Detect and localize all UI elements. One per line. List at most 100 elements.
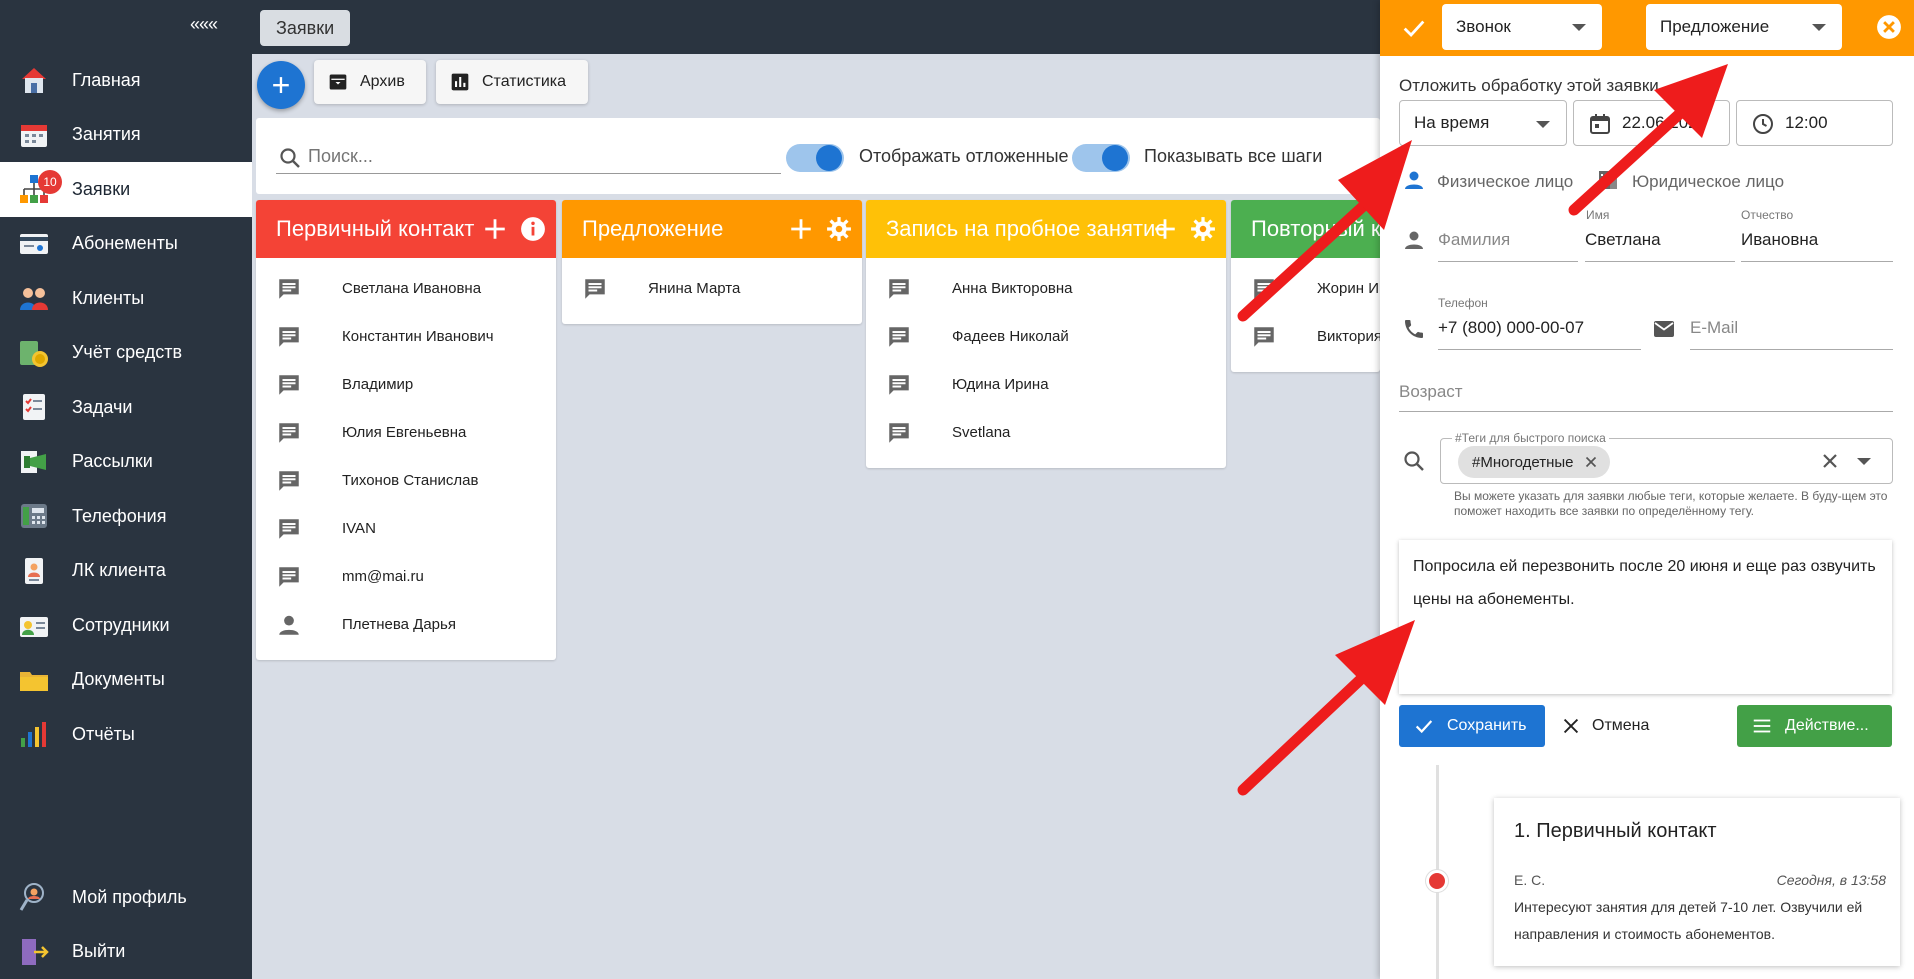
request-card[interactable]: Тихонов Станислав [256,456,556,504]
request-stage-select[interactable]: Предложение [1646,4,1842,50]
action-menu-button[interactable]: Действие... [1737,705,1892,747]
sidebar-item[interactable]: Мой профиль [0,870,252,925]
sidebar-item[interactable]: ЛК клиента [0,544,252,599]
request-card-name: Svetlana [952,423,1011,441]
sidebar-item-label: Мой профиль [72,886,187,907]
timeline-dot [1426,870,1448,892]
request-card[interactable]: Виктория [1231,312,1380,360]
archive-label: Архив [360,73,405,90]
sidebar-item-label: Отчёты [72,723,135,744]
request-card-name: Тихонов Станислав [342,471,479,489]
tab-requests[interactable]: Заявки [260,10,351,46]
sidebar-item[interactable]: 10 Заявки [0,162,252,217]
archive-button[interactable]: Архив [314,60,426,104]
sidebar-item[interactable]: Абонементы [0,217,252,272]
action-label: Действие... [1785,717,1869,734]
comment-textarea[interactable]: Попросила ей перезвонить после 20 июня и… [1399,540,1892,694]
cancel-button[interactable]: Отмена [1560,705,1649,747]
client-account-icon [18,555,50,587]
sidebar-item[interactable]: Сотрудники [0,598,252,653]
column-title: Запись на пробное занятие [886,216,1168,241]
request-stage-value: Предложение [1660,17,1770,36]
menu-icon [1753,719,1771,733]
gear-icon[interactable] [1190,216,1216,242]
search-input[interactable] [276,140,781,174]
request-card[interactable]: mm@mai.ru [256,552,556,600]
sidebar-item[interactable]: Документы [0,653,252,708]
request-card[interactable]: Юдина Ирина [866,360,1226,408]
info-icon[interactable] [520,216,546,242]
request-card-name: Фадеев Николай [952,327,1069,345]
request-card[interactable]: Плетнева Дарья [256,600,556,648]
sidebar-item[interactable]: Отчёты [0,707,252,762]
show-postponed-toggle[interactable] [786,140,844,174]
phone-input[interactable]: +7 (800) 000-00-07 [1438,318,1641,350]
request-card[interactable]: Анна Викторовна [866,264,1226,312]
request-card[interactable]: Юлия Евгеньевна [256,408,556,456]
age-input[interactable]: Возраст [1399,382,1893,412]
email-input[interactable]: E-Mail [1690,318,1893,350]
sidebar-item[interactable]: Телефония [0,489,252,544]
panel-header: Звонок Предложение [1380,0,1914,56]
name-input[interactable]: Светлана [1585,230,1735,262]
profile-icon [18,881,50,913]
sidebar-item[interactable]: Рассылки [0,435,252,490]
request-card-name: Виктория [1317,327,1380,345]
tags-helper-text: Вы можете указать для заявки любые теги,… [1454,489,1888,518]
comment-icon [276,276,302,302]
show-all-steps-toggle[interactable] [1072,140,1130,174]
money-icon [18,337,50,369]
request-card[interactable]: Фадеев Николай [866,312,1226,360]
add-icon[interactable] [482,216,508,242]
postpone-date-field[interactable]: 22.06.2020 [1573,100,1730,146]
person-type-legal[interactable]: Юридическое лицо [1632,172,1784,192]
postpone-time-field[interactable]: 12:00 [1736,100,1893,146]
sidebar-item[interactable]: Главная [0,53,252,108]
sidebar-item-label: Рассылки [72,451,153,472]
surname-input[interactable]: Фамилия [1438,230,1578,262]
postpone-mode-select[interactable]: На время [1399,100,1567,146]
request-card[interactable]: Янина Марта [562,264,862,312]
check-icon[interactable] [1400,14,1428,42]
sidebar-item[interactable]: Занятия [0,108,252,163]
request-card[interactable]: Svetlana [866,408,1226,456]
request-card[interactable]: Константин Иванович [256,312,556,360]
sidebar-item[interactable]: Учёт средств [0,326,252,381]
collapse-sidebar-button[interactable]: ««« [190,14,218,35]
add-icon[interactable] [1152,216,1178,242]
clear-tags-icon[interactable] [1818,449,1842,473]
chevron-down-icon[interactable] [1857,458,1871,465]
request-card[interactable]: IVAN [256,504,556,552]
comment-icon [886,372,912,398]
add-icon[interactable] [788,216,814,242]
sidebar-item[interactable]: Клиенты [0,271,252,326]
request-card-name: Жорин Иг [1317,279,1380,297]
request-card[interactable]: Жорин Иг [1231,264,1380,312]
statistics-button[interactable]: Статистика [436,60,588,104]
tags-label: #Теги для быстрого поиска [1452,431,1609,445]
request-type-select[interactable]: Звонок [1442,4,1602,50]
logout-icon [18,936,50,968]
comment-icon [886,420,912,446]
gear-icon[interactable] [826,216,852,242]
close-icon [1563,718,1579,734]
sidebar-item-label: Документы [72,669,165,690]
person-type-individual[interactable]: Физическое лицо [1437,172,1573,192]
request-card[interactable]: Светлана Ивановна [256,264,556,312]
request-card-name: Светлана Ивановна [342,279,482,297]
postpone-mode-value: На время [1414,113,1490,132]
kanban-column: Первичный контакт Светлана Ивановна Конста… [256,200,556,660]
clients-icon [18,282,50,314]
comment-icon [276,468,302,494]
patronymic-input[interactable]: Ивановна [1741,230,1893,262]
filter-bar: Отображать отложенные Показывать все шаг… [256,118,1380,194]
close-icon[interactable] [1876,14,1902,40]
tasks-icon [18,391,50,423]
add-request-button[interactable]: + [257,61,305,109]
remove-tag-icon[interactable] [1582,453,1600,471]
clock-icon [1753,114,1773,134]
sidebar-item[interactable]: Выйти [0,925,252,979]
save-button[interactable]: Сохранить [1399,705,1545,747]
request-card[interactable]: Владимир [256,360,556,408]
sidebar-item[interactable]: Задачи [0,380,252,435]
